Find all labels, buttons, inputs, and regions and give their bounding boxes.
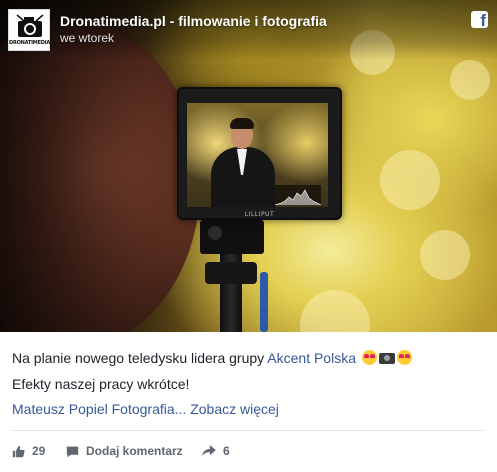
histogram-overlay (275, 185, 321, 205)
mount-knob (208, 226, 222, 240)
share-button[interactable]: 6 (202, 442, 230, 460)
thumbs-up-icon (12, 445, 25, 457)
see-more-link[interactable]: Zobacz więcej (190, 401, 279, 417)
comment-label: Dodaj komentarz (86, 444, 183, 458)
page-name-link[interactable]: Dronatimedia.pl - filmowanie i fotografi… (60, 13, 327, 29)
actions-divider (12, 430, 485, 431)
mention-link[interactable]: Akcent Polska (267, 350, 356, 366)
likes-count: 29 (32, 444, 46, 458)
shares-count: 6 (223, 444, 230, 458)
stand-arm (260, 272, 268, 332)
monitor-screen (187, 103, 328, 207)
bokeh-light (420, 230, 470, 280)
bokeh-light (450, 60, 490, 100)
facebook-post: LILLIPUT DRONATIMEDIA Dronatimedia.pl - … (0, 0, 497, 472)
comment-icon (66, 446, 79, 457)
post-text: Na planie nowego teledysku lidera grupy (12, 350, 268, 366)
singer-hair (230, 118, 254, 129)
post-text-line-3: Mateusz Popiel Fotografia... Zobacz więc… (12, 400, 488, 418)
heart-eyes-emoji (361, 350, 377, 365)
avatar-label: DRONATIMEDIA (9, 40, 51, 46)
camera-logo-icon (16, 14, 44, 37)
like-button[interactable]: 29 (12, 442, 45, 460)
bokeh-light (300, 290, 370, 332)
bokeh-light (380, 150, 440, 210)
monitor-brand-label: LILLIPUT (244, 211, 275, 218)
post-timestamp[interactable]: we wtorek (60, 31, 114, 45)
comment-button[interactable]: Dodaj komentarz (66, 442, 183, 460)
post-text-line-1: Na planie nowego teledysku lidera grupy … (12, 349, 488, 367)
facebook-icon[interactable]: f (471, 11, 488, 28)
page-avatar[interactable]: DRONATIMEDIA (8, 9, 50, 51)
author-link[interactable]: Mateusz Popiel Fotografia... (12, 401, 186, 417)
camera-emoji (378, 353, 395, 364)
facebook-f-glyph: f (480, 11, 486, 28)
post-header: DRONATIMEDIA Dronatimedia.pl - filmowani… (0, 0, 497, 60)
share-arrow-icon (202, 445, 216, 457)
field-monitor: LILLIPUT (177, 87, 342, 220)
histogram-graph (275, 189, 321, 205)
heart-eyes-emoji (396, 350, 412, 365)
post-text-line-2: Efekty naszej pracy wkrótce! (12, 376, 190, 392)
stand-clamp (205, 262, 257, 284)
